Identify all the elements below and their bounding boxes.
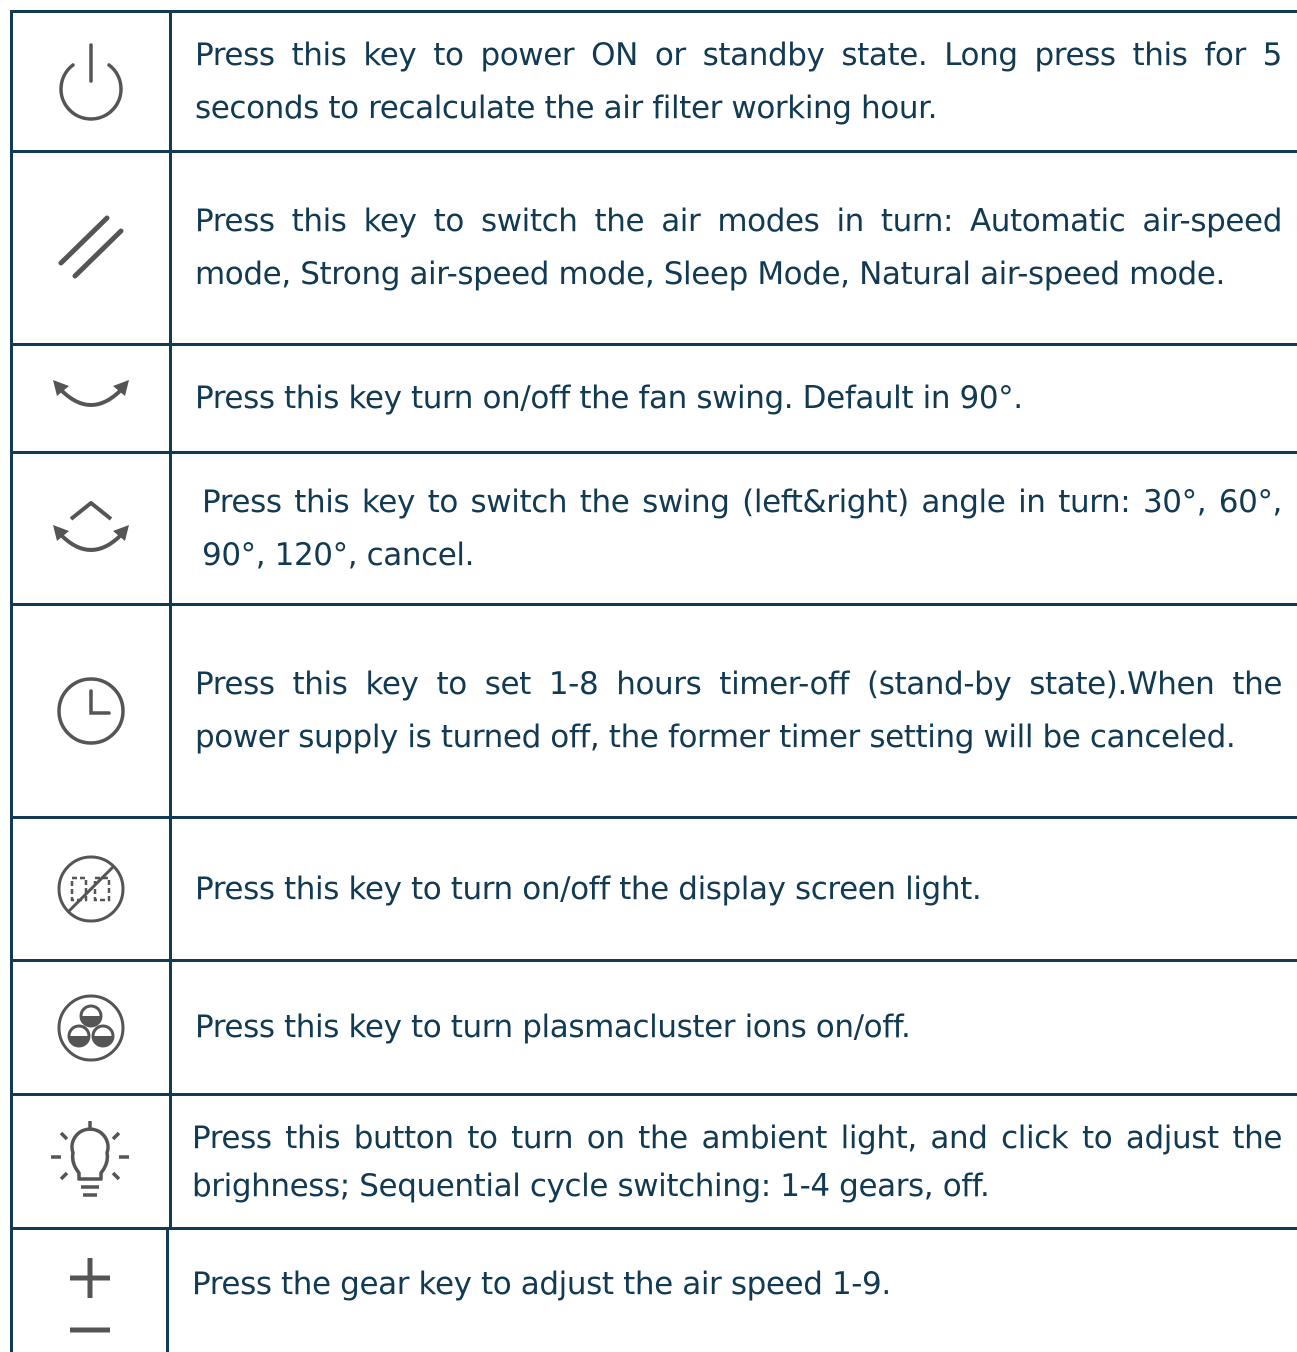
description-text: Press this key to switch the air modes i… — [195, 203, 1282, 292]
icon-cell — [13, 606, 172, 816]
table-row: Press this button to turn on the ambient… — [13, 1096, 1297, 1230]
description-text: Press this key to set 1-8 hours timer-of… — [195, 666, 1282, 755]
icon-cell — [13, 454, 172, 603]
icon-cell — [13, 346, 172, 451]
timer-icon — [57, 677, 125, 745]
table-row: Press this key turn on/off the fan swing… — [13, 346, 1297, 454]
row-description: Press this key turn on/off the fan swing… — [172, 346, 1297, 451]
row-description: Press this key to turn plasmacluster ion… — [172, 962, 1297, 1093]
row-description: Press this key to turn on/off the displa… — [172, 819, 1297, 959]
row-description: Press this key to power ON or standby st… — [172, 13, 1297, 150]
icon-cell — [13, 1096, 172, 1227]
table-row: Press this key to switch the air modes i… — [13, 153, 1297, 346]
description-text: Press this button to turn on the ambient… — [192, 1119, 1282, 1204]
table-row: Press this key to power ON or standby st… — [13, 13, 1297, 153]
description-text: Press the gear key to adjust the air spe… — [192, 1266, 891, 1302]
air-mode-icon — [58, 215, 124, 279]
description-text: Press this key to power ON or standby st… — [195, 36, 1282, 126]
icon-cell — [13, 819, 172, 959]
fan-swing-icon — [53, 379, 129, 407]
icon-cell — [13, 962, 172, 1093]
row-description: Press this key to set 1-8 hours timer-of… — [172, 606, 1297, 816]
table-row: Press the gear key to adjust the air spe… — [13, 1230, 1297, 1352]
table-row: Press this key to turn plasmacluster ion… — [13, 962, 1297, 1096]
table-row: Press this key to set 1-8 hours timer-of… — [13, 606, 1297, 819]
button-function-table: Press this key to power ON or standby st… — [10, 10, 1297, 1352]
description-text: Press this key to switch the swing (left… — [202, 483, 1282, 573]
display-off-icon — [57, 855, 125, 923]
swing-angle-icon — [53, 500, 129, 552]
description-text: Press this key to turn on/off the displa… — [195, 870, 982, 907]
table-row: Press this key to turn on/off the displa… — [13, 819, 1297, 962]
table-row: Press this key to switch the swing (left… — [13, 454, 1297, 606]
row-description: Press this button to turn on the ambient… — [172, 1096, 1297, 1227]
plasmacluster-icon — [57, 994, 125, 1061]
icon-cell — [13, 153, 172, 343]
row-description: Press the gear key to adjust the air spe… — [169, 1230, 1297, 1352]
row-description: Press this key to switch the air modes i… — [172, 153, 1297, 343]
row-description: Press this key to switch the swing (left… — [172, 454, 1297, 603]
plus-minus-icon — [69, 1258, 110, 1333]
icon-cell — [13, 1230, 169, 1352]
description-text: Press this key turn on/off the fan swing… — [195, 380, 1023, 416]
power-icon — [59, 42, 123, 121]
description-text: Press this key to turn plasmacluster ion… — [195, 1009, 911, 1045]
ambient-light-icon — [51, 1120, 129, 1197]
icon-cell — [13, 13, 172, 150]
